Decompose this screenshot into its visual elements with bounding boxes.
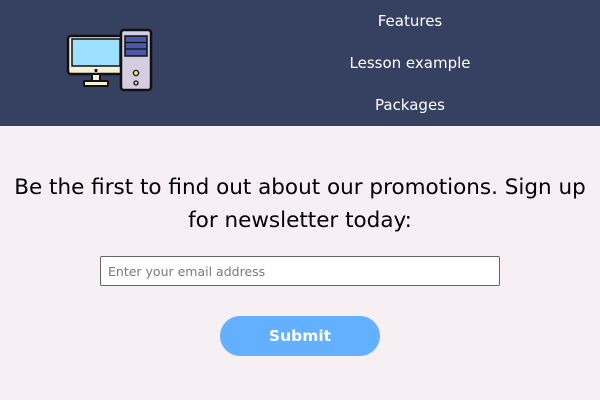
newsletter-heading: Be the first to find out about our promo… — [14, 175, 586, 233]
nav-lesson-example-link[interactable]: Lesson example — [330, 53, 490, 73]
nav-packages-link[interactable]: Packages — [330, 95, 490, 115]
submit-button[interactable]: Submit — [220, 316, 380, 356]
email-input[interactable] — [100, 256, 500, 286]
main-nav: Features Lesson example Packages — [330, 0, 490, 126]
nav-features-link[interactable]: Features — [330, 11, 490, 31]
site-header: Features Lesson example Packages — [0, 0, 600, 126]
desktop-computer-icon[interactable] — [66, 28, 156, 94]
